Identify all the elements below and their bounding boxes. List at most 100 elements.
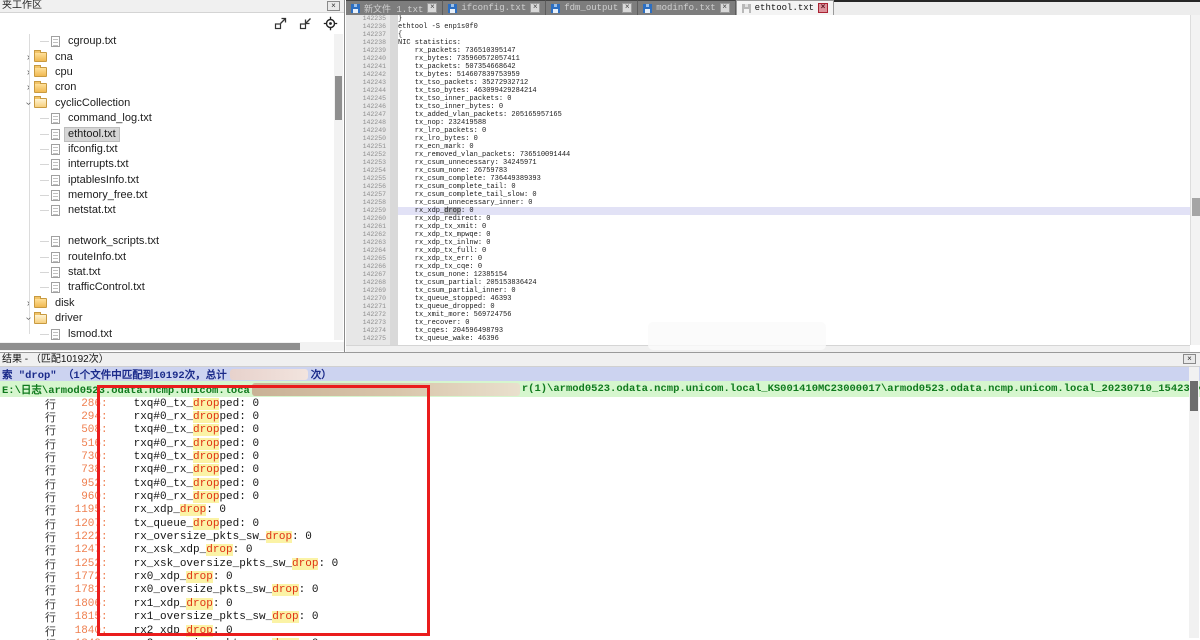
- result-row[interactable]: 行1247:rx_xsk_xdp_drop: 0: [0, 544, 1188, 557]
- tab-ethtool-txt[interactable]: ethtool.txt×: [736, 0, 834, 15]
- tab-close-icon[interactable]: ×: [427, 3, 437, 13]
- line-number: 142244: [346, 87, 386, 95]
- tree-item-cron[interactable]: ›cron: [0, 80, 332, 95]
- save-icon: [742, 4, 751, 13]
- result-row[interactable]: 行730:txq#0_tx_dropped: 0: [0, 450, 1188, 463]
- tree-item-cgroup-txt[interactable]: cgroup.txt: [0, 34, 332, 49]
- tree-connector: [40, 257, 49, 258]
- tree-item-network_scripts-txt[interactable]: network_scripts.txt: [0, 234, 332, 249]
- result-file-path-line[interactable]: E:\日志\armod0523.odata.ncmp.unicom.loca r…: [0, 381, 1200, 397]
- results-vertical-scrollbar[interactable]: [1189, 367, 1199, 638]
- result-row[interactable]: 行1781:rx0_oversize_pkts_sw_drop: 0: [0, 584, 1188, 597]
- tab-close-icon[interactable]: ×: [818, 3, 828, 13]
- line-number: 142240: [346, 55, 386, 63]
- result-row[interactable]: 行1222:rx_oversize_pkts_sw_drop: 0: [0, 530, 1188, 543]
- scrollbar-thumb[interactable]: [335, 76, 342, 120]
- tree-item-cycliccollection[interactable]: ›cyclicCollection: [0, 96, 332, 111]
- tree-item-ifconfig-txt[interactable]: ifconfig.txt: [0, 142, 332, 157]
- code-line: tx_csum_partial_inner: 0: [398, 287, 1190, 295]
- result-row[interactable]: 行1195:rx_xdp_drop: 0: [0, 504, 1188, 517]
- result-row[interactable]: 行1806:rx1_xdp_drop: 0: [0, 597, 1188, 610]
- search-summary-text: 索 "drop" （1个文件中匹配到10192次，总计: [2, 367, 227, 381]
- save-icon: [351, 4, 360, 13]
- editor-vertical-scrollbar[interactable]: [1190, 15, 1200, 345]
- line-number: 142264: [346, 247, 386, 255]
- tree-item-cna[interactable]: ›cna: [0, 49, 332, 64]
- results-close-icon[interactable]: ×: [1183, 354, 1196, 364]
- tree-item-label: routeInfo.txt: [65, 251, 129, 264]
- result-row[interactable]: 行294:rxq#0_rx_dropped: 0: [0, 410, 1188, 423]
- result-row[interactable]: 行1840:rx2_xdp_drop: 0: [0, 624, 1188, 637]
- tree-item-interrupts-txt[interactable]: interrupts.txt: [0, 157, 332, 172]
- tree-item-stat-txt[interactable]: stat.txt: [0, 265, 332, 280]
- tree-item-label: stat.txt: [65, 266, 103, 279]
- editor-text-area[interactable]: }ethtool -S enp1s0f0{NIC statistics: rx_…: [398, 15, 1190, 345]
- tab-close-icon[interactable]: ×: [530, 3, 540, 13]
- collapse-all-icon[interactable]: [298, 16, 313, 31]
- line-number: 142260: [346, 215, 386, 223]
- scrollbar-thumb[interactable]: [0, 343, 300, 350]
- result-row[interactable]: 行1207:tx_queue_dropped: 0: [0, 517, 1188, 530]
- tree-item-iptablesinfo-txt[interactable]: iptablesInfo.txt: [0, 173, 332, 188]
- tab-close-icon[interactable]: ×: [622, 3, 632, 13]
- tab-label: modinfo.txt: [656, 3, 715, 13]
- tree-item-redacted[interactable]: [0, 219, 332, 234]
- tree-item-memory_free-txt[interactable]: memory_free.txt: [0, 188, 332, 203]
- tree-item-label: cna: [52, 51, 76, 64]
- folder-icon: [34, 83, 47, 93]
- tree-item-trafficcontrol-txt[interactable]: trafficControl.txt: [0, 280, 332, 295]
- file-icon: [51, 252, 60, 263]
- file-path-suffix: r(1)\armod0523.odata.ncmp.unicom.local_K…: [522, 383, 1200, 395]
- result-colon: :: [101, 504, 108, 516]
- result-row[interactable]: 行508:txq#0_tx_dropped: 0: [0, 424, 1188, 437]
- tree-item-disk[interactable]: ›disk: [0, 296, 332, 311]
- workspace-vertical-scrollbar[interactable]: [334, 34, 343, 340]
- chevron-down-icon[interactable]: ›: [23, 98, 34, 109]
- folder-icon: [34, 298, 47, 308]
- result-row[interactable]: 行1772:rx0_xdp_drop: 0: [0, 570, 1188, 583]
- tree-item-routeinfo-txt[interactable]: routeInfo.txt: [0, 249, 332, 264]
- match-highlight: drop: [193, 398, 219, 410]
- result-line-number: 1207: [59, 518, 101, 530]
- tab-modinfo-txt[interactable]: modinfo.txt ×: [638, 0, 735, 15]
- workspace-close-icon[interactable]: ×: [327, 1, 340, 11]
- tree-item-cpu[interactable]: ›cpu: [0, 65, 332, 80]
- tree-item-lsmod-txt[interactable]: lsmod.txt: [0, 326, 332, 341]
- file-icon: [51, 282, 60, 293]
- file-path-prefix: E:\日志\armod0523.odata.ncmp.unicom.loca: [2, 382, 250, 397]
- result-row[interactable]: 行1252:rx_xsk_oversize_pkts_sw_drop: 0: [0, 557, 1188, 570]
- code-line: tx_tso_bytes: 463099429284214: [398, 87, 1190, 95]
- tree-item-command_log-txt[interactable]: command_log.txt: [0, 111, 332, 126]
- editor-pane[interactable]: 新文件 1.txt×ifconfig.txt×fdm_output×modinf…: [346, 0, 1200, 352]
- workspace-horizontal-scrollbar[interactable]: [0, 342, 344, 351]
- tab--1-txt[interactable]: 新文件 1.txt×: [346, 0, 443, 15]
- scrollbar-thumb[interactable]: [1192, 198, 1200, 216]
- result-row[interactable]: 行952:txq#0_tx_dropped: 0: [0, 477, 1188, 490]
- result-row[interactable]: 行1815:rx1_oversize_pkts_sw_drop: 0: [0, 611, 1188, 624]
- result-colon: :: [101, 398, 108, 410]
- result-row[interactable]: 行286:txq#0_tx_dropped: 0: [0, 397, 1188, 410]
- tree-connector: [40, 180, 49, 181]
- locate-current-file-icon[interactable]: [323, 16, 338, 31]
- scrollbar-thumb[interactable]: [1190, 381, 1198, 411]
- tab-fdm_output[interactable]: fdm_output×: [546, 0, 638, 15]
- expand-all-icon[interactable]: [273, 16, 288, 31]
- chevron-down-icon[interactable]: ›: [23, 313, 34, 324]
- tree-item-driver[interactable]: ›driver: [0, 311, 332, 326]
- search-summary-line[interactable]: 索 "drop" （1个文件中匹配到10192次，总计 次）: [0, 367, 1200, 381]
- folder-icon: [34, 314, 47, 324]
- code-line: tx_csum_partial: 205153836424: [398, 279, 1190, 287]
- result-row[interactable]: 行960:rxq#0_rx_dropped: 0: [0, 490, 1188, 503]
- tree-connector: [40, 149, 49, 150]
- tree-item-netstat-txt[interactable]: netstat.txt: [0, 203, 332, 218]
- result-row[interactable]: 行738:rxq#0_rx_dropped: 0: [0, 464, 1188, 477]
- tab-close-icon[interactable]: ×: [720, 3, 730, 13]
- tree-item-ethtool-txt[interactable]: ethtool.txt: [0, 126, 332, 141]
- result-row[interactable]: 行516:rxq#0_rx_dropped: 0: [0, 437, 1188, 450]
- code-line: rx_packets: 736510395147: [398, 47, 1190, 55]
- tree-item-label: lsmod.txt: [65, 328, 115, 341]
- line-number: 142245: [346, 95, 386, 103]
- line-number: 142238: [346, 39, 386, 47]
- result-colon: :: [101, 438, 108, 450]
- tab-ifconfig-txt[interactable]: ifconfig.txt×: [443, 0, 546, 15]
